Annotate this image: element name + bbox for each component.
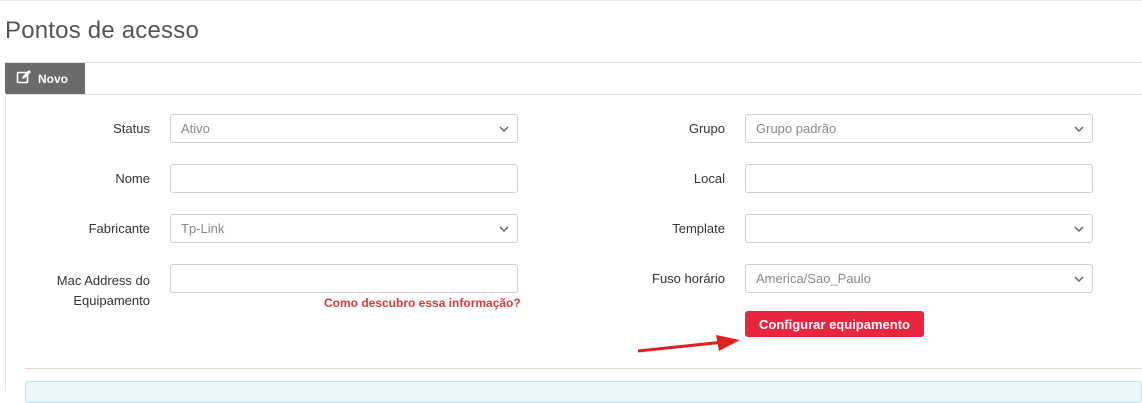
fabricante-value: Tp-Link — [181, 221, 225, 236]
chevron-down-icon — [1074, 275, 1084, 282]
mac-label-line1: Mac Address do — [56, 273, 150, 288]
page-title: Pontos de acesso — [5, 17, 199, 44]
section-divider — [25, 368, 1142, 369]
chevron-down-icon — [499, 225, 509, 232]
mac-label-line2: Equipamento — [73, 293, 150, 308]
help-link[interactable]: Como descubro essa informação? — [324, 296, 521, 310]
tab-bar: Novo — [5, 62, 1142, 95]
grupo-value: Grupo padrão — [756, 121, 837, 136]
status-select[interactable]: Ativo — [170, 114, 518, 143]
template-select[interactable] — [745, 214, 1093, 243]
tab-novo[interactable]: Novo — [5, 63, 85, 94]
red-arrow-annotation — [637, 335, 740, 353]
fabricante-label: Fabricante — [88, 221, 150, 236]
chevron-down-icon — [1074, 225, 1084, 232]
mac-label: Mac Address do Equipamento — [30, 271, 150, 311]
status-label: Status — [113, 121, 150, 136]
chevron-down-icon — [1074, 125, 1084, 132]
fuso-label: Fuso horário — [652, 271, 725, 286]
fabricante-select[interactable]: Tp-Link — [170, 214, 518, 243]
nome-input[interactable] — [170, 164, 518, 193]
fuso-select[interactable]: America/Sao_Paulo — [745, 264, 1093, 293]
mac-input[interactable] — [170, 264, 518, 293]
template-label: Template — [672, 221, 725, 236]
top-border — [0, 0, 1142, 1]
edit-icon — [16, 69, 32, 88]
local-input[interactable] — [745, 164, 1093, 193]
grupo-select[interactable]: Grupo padrão — [745, 114, 1093, 143]
info-box — [25, 381, 1142, 403]
local-label: Local — [693, 171, 725, 186]
fuso-value: America/Sao_Paulo — [756, 271, 871, 286]
nome-label: Nome — [115, 171, 150, 186]
chevron-down-icon — [499, 125, 509, 132]
grupo-label: Grupo — [688, 121, 725, 136]
tab-novo-label: Novo — [38, 71, 68, 86]
configurar-equipamento-button[interactable]: Configurar equipamento — [745, 311, 924, 337]
status-value: Ativo — [181, 121, 210, 136]
